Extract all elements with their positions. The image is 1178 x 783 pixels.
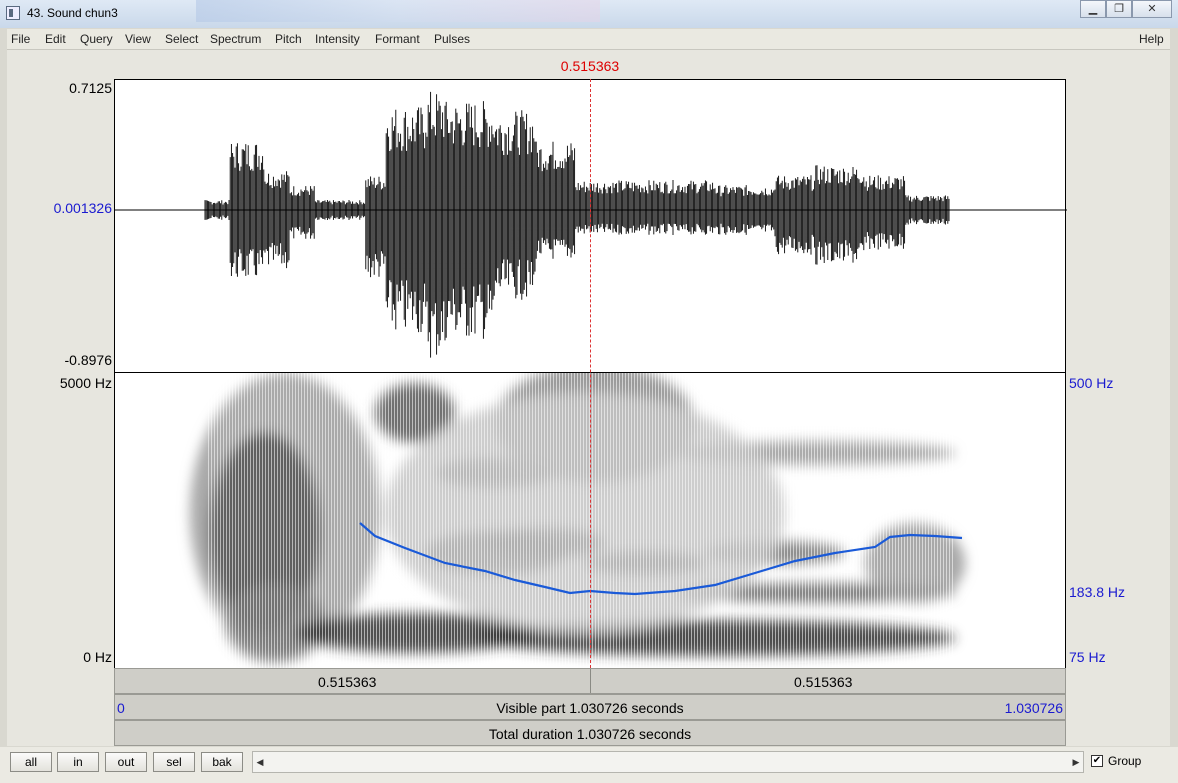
pitch-current-label: 183.8 Hz xyxy=(1069,584,1126,600)
spec-freq-min-label: 0 Hz xyxy=(83,649,112,665)
menu-intensity[interactable]: Intensity xyxy=(315,32,360,46)
menu-pulses[interactable]: Pulses xyxy=(434,32,470,46)
spec-freq-max-label: 5000 Hz xyxy=(59,375,112,391)
maximize-button[interactable]: ❐ xyxy=(1106,0,1132,18)
group-checkbox[interactable]: ✔ xyxy=(1091,755,1103,767)
spectrogram-texture xyxy=(207,373,955,668)
wave-ymax-label: 0.7125 xyxy=(69,80,112,96)
zoom-in-button[interactable]: in xyxy=(57,752,99,772)
menu-spectrum[interactable]: Spectrum xyxy=(210,32,261,46)
group-label: Group xyxy=(1108,754,1142,768)
cursor-time-label: 0.515363 xyxy=(560,58,620,74)
scroll-left-arrow-icon[interactable]: ◀ xyxy=(253,755,267,769)
minimize-button[interactable]: ▁ xyxy=(1080,0,1106,18)
menu-view[interactable]: View xyxy=(125,32,151,46)
zoom-all-button[interactable]: all xyxy=(10,752,52,772)
pitch-min-label: 75 Hz xyxy=(1069,649,1106,665)
waveform-svg xyxy=(115,91,1067,358)
visible-part-text: Visible part 1.030726 seconds xyxy=(496,700,684,716)
cursor-line xyxy=(590,79,591,668)
scroll-right-arrow-icon[interactable]: ▶ xyxy=(1069,755,1083,769)
title-bar: 43. Sound chun3 ▁ ❐ ✕ xyxy=(0,0,1178,28)
menu-help[interactable]: Help xyxy=(1139,32,1164,46)
pitch-max-label: 500 Hz xyxy=(1069,375,1114,391)
close-button[interactable]: ✕ xyxy=(1132,0,1172,18)
minimize-icon: ▁ xyxy=(1088,3,1098,15)
time-bar[interactable]: 0.515363 0.515363 xyxy=(114,668,1066,694)
background-window-ghost xyxy=(196,0,600,22)
total-duration-text: Total duration 1.030726 seconds xyxy=(488,726,692,742)
menu-formant[interactable]: Formant xyxy=(375,32,420,46)
wave-ymid-label: 0.001326 xyxy=(53,200,112,216)
menu-select[interactable]: Select xyxy=(165,32,198,46)
menu-bar: File Edit Query View Select Spectrum Pit… xyxy=(7,29,1170,50)
restore-icon: ❐ xyxy=(1114,3,1124,15)
time-scrollbar[interactable]: ◀ ▶ xyxy=(252,751,1084,773)
time-bar-divider xyxy=(590,669,591,693)
total-duration-bar[interactable]: Total duration 1.030726 seconds xyxy=(114,720,1066,746)
zoom-out-button[interactable]: out xyxy=(105,752,147,772)
menu-edit[interactable]: Edit xyxy=(45,32,66,46)
visible-end: 1.030726 xyxy=(1004,700,1063,716)
bottom-controls: all in out sel bak ◀ ▶ ✔ Group xyxy=(0,747,1178,783)
close-icon: ✕ xyxy=(1147,3,1157,15)
app-icon[interactable] xyxy=(6,6,20,20)
wave-ymin-label: -0.8976 xyxy=(64,352,112,368)
menu-file[interactable]: File xyxy=(11,32,30,46)
menu-query[interactable]: Query xyxy=(80,32,113,46)
visible-part-bar[interactable]: 0 Visible part 1.030726 seconds 1.030726 xyxy=(114,694,1066,720)
window-title: 43. Sound chun3 xyxy=(27,6,118,20)
menu-pitch[interactable]: Pitch xyxy=(275,32,302,46)
time-bar-left-value: 0.515363 xyxy=(318,674,377,690)
checkmark-icon: ✔ xyxy=(1092,755,1102,766)
zoom-selection-button[interactable]: sel xyxy=(153,752,195,772)
time-bar-right-value: 0.515363 xyxy=(794,674,853,690)
zoom-back-button[interactable]: bak xyxy=(201,752,243,772)
